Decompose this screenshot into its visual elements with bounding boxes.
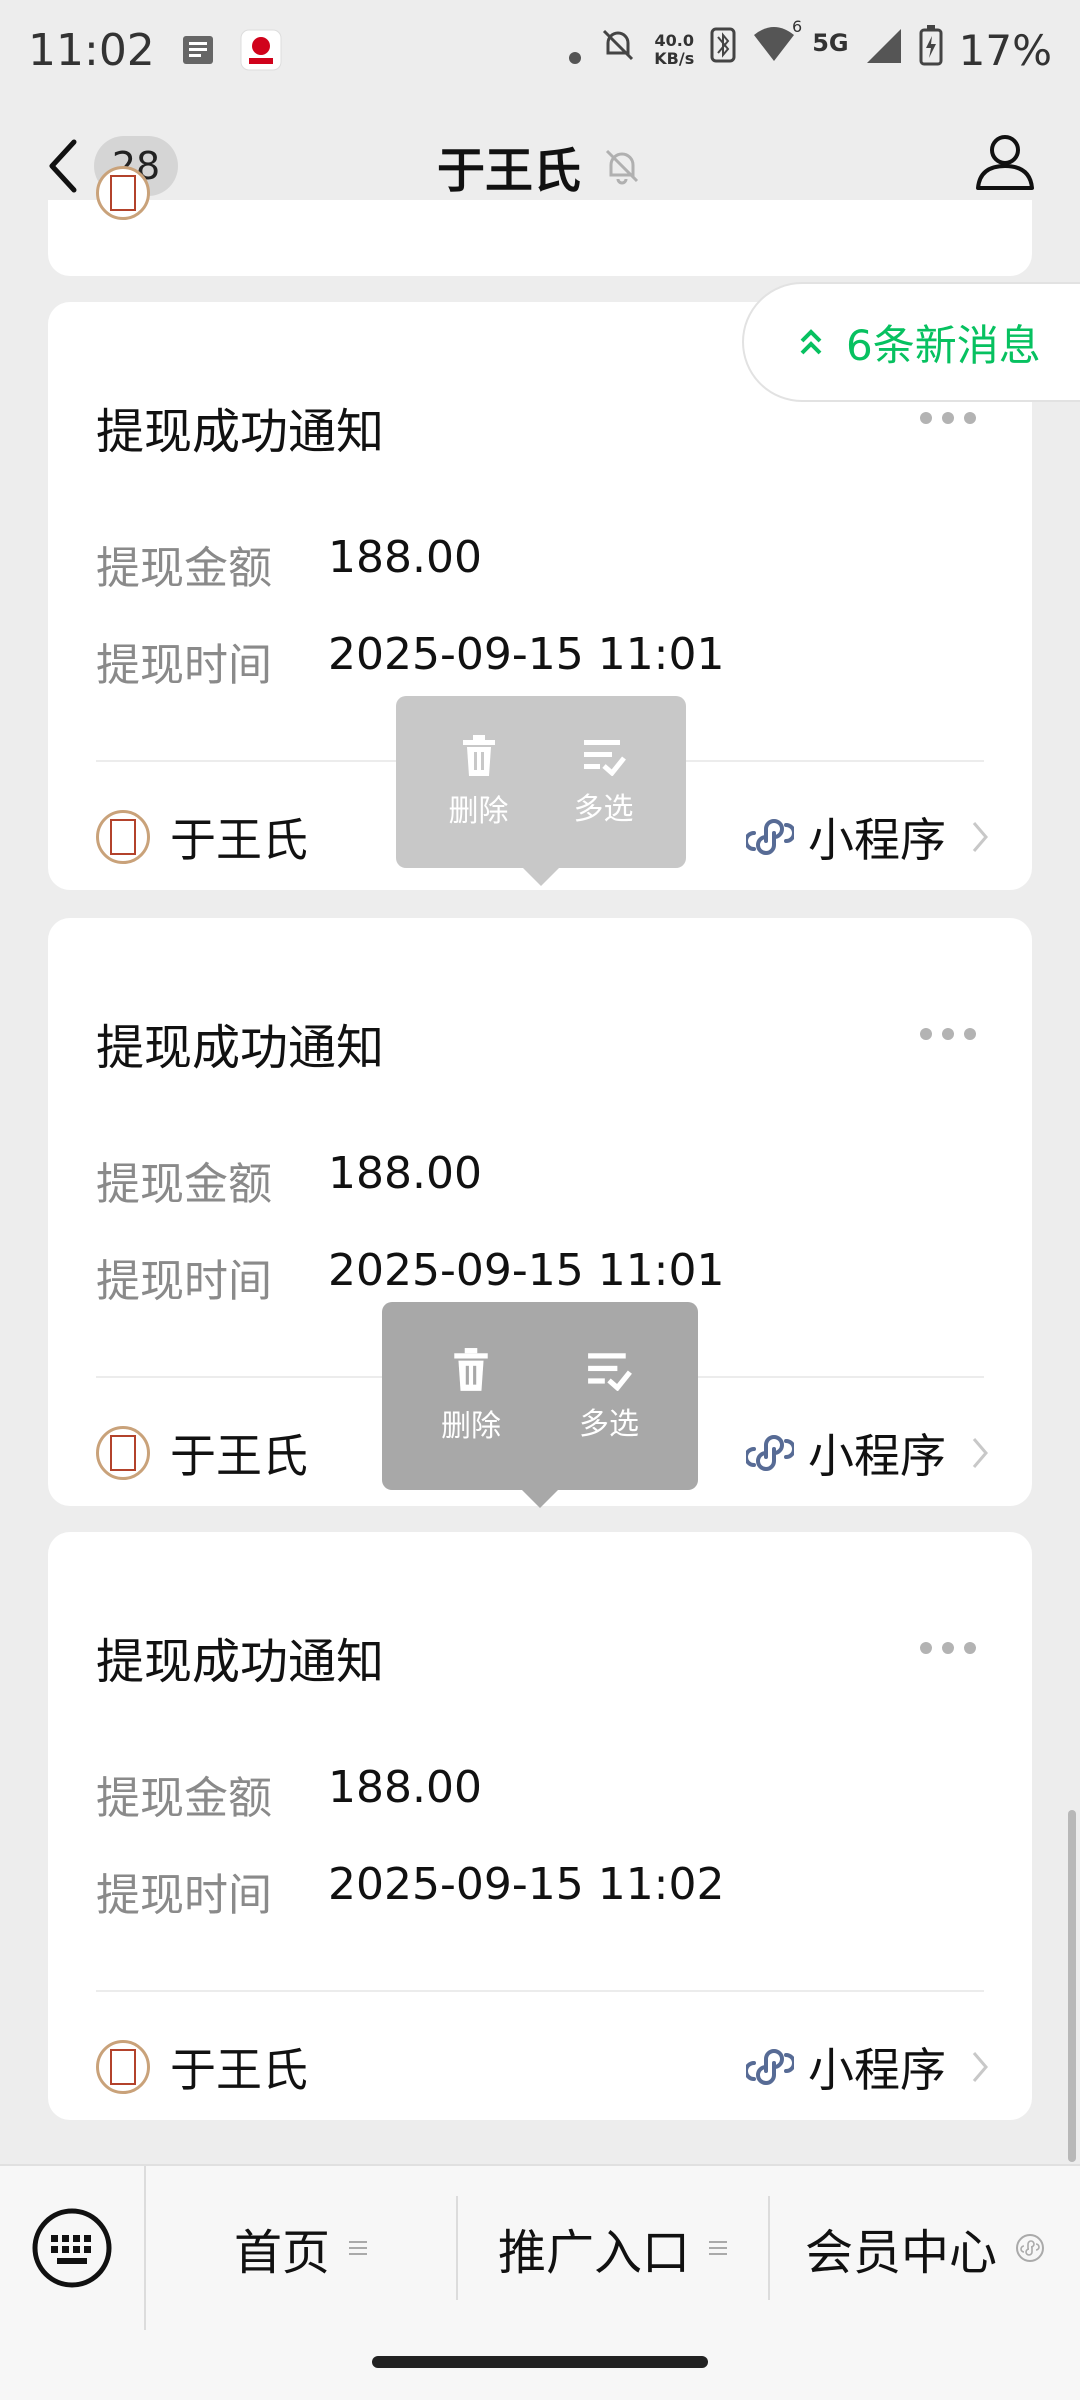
chevron-right-icon	[972, 1438, 988, 1468]
multi-select-label: 多选	[579, 1407, 639, 1442]
submenu-icon	[709, 2241, 727, 2255]
net-speed: 40.0 KB/s	[654, 32, 694, 68]
mute-bell-icon	[605, 149, 639, 185]
net-speed-unit: KB/s	[654, 49, 695, 68]
wifi-icon: 6	[752, 17, 802, 75]
multi-select-icon	[588, 1353, 632, 1391]
trash-icon	[462, 735, 495, 776]
network-type: 5G	[812, 29, 849, 57]
mini-program-link[interactable]: 小程序	[746, 2034, 992, 2100]
amount-value: 188.00	[328, 1762, 482, 1813]
mini-program-icon	[746, 2049, 794, 2085]
profile-button[interactable]	[974, 130, 1036, 196]
trash-icon	[454, 1348, 488, 1391]
message-context-menu: 删除 多选	[396, 696, 686, 886]
amount-value: 188.00	[328, 1148, 482, 1199]
account-name: 于王氏	[170, 1429, 308, 1483]
home-indicator[interactable]	[372, 2356, 708, 2368]
more-options-icon[interactable]	[920, 412, 976, 424]
multi-select-menu-item[interactable]: 多选	[574, 736, 634, 828]
scrollbar[interactable]	[1068, 1810, 1076, 2162]
delete-menu-item[interactable]: 删除	[449, 734, 509, 830]
delete-menu-item[interactable]: 删除	[441, 1347, 501, 1445]
time-label: 提现时间	[96, 1870, 272, 1921]
dot-icon	[568, 26, 582, 75]
amount-label: 提现金额	[96, 543, 272, 594]
time-label: 提现时间	[96, 1256, 272, 1307]
chevron-right-icon	[972, 2052, 988, 2082]
menu-member-center[interactable]: 会员中心	[770, 2196, 1080, 2300]
divider	[96, 1990, 984, 1992]
menu-arrow	[523, 868, 559, 886]
double-chevron-up-icon	[800, 329, 822, 355]
mini-program-link[interactable]: 小程序	[746, 804, 992, 870]
net-speed-value: 40.0	[654, 31, 694, 50]
person-icon	[976, 135, 1034, 190]
amount-label: 提现金额	[96, 1159, 272, 1210]
time-value: 2025-09-15 11:01	[328, 629, 725, 680]
amount-value: 188.00	[328, 532, 482, 583]
chevron-right-icon	[972, 822, 988, 852]
new-messages-button[interactable]: 6条新消息	[742, 282, 1080, 402]
delete-label: 删除	[441, 1409, 501, 1444]
bluetooth-icon	[710, 25, 736, 75]
more-options-icon[interactable]	[920, 1028, 976, 1040]
message-card-partial[interactable]	[48, 166, 1032, 276]
delete-label: 删除	[448, 794, 509, 829]
mini-program-link-icon	[1016, 2234, 1044, 2262]
chat-title: 于王氏	[436, 143, 581, 199]
status-bar: 11:02 40.0 KB/s 6 5G 17%	[0, 0, 1080, 100]
account-avatar	[96, 1426, 150, 1480]
more-options-icon[interactable]	[920, 1642, 976, 1654]
menu-arrow	[522, 1490, 558, 1508]
card-title: 提现成功通知	[96, 1634, 385, 1690]
mini-program-label: 小程序	[808, 2043, 946, 2097]
time-value: 2025-09-15 11:01	[328, 1245, 725, 1296]
keyboard-icon	[32, 2208, 112, 2288]
account-name: 于王氏	[170, 2043, 308, 2097]
mini-program-label: 小程序	[808, 1429, 946, 1483]
mini-program-icon	[746, 1435, 794, 1471]
account-name: 于王氏	[170, 813, 308, 867]
card-title: 提现成功通知	[96, 404, 385, 460]
silent-icon	[598, 25, 638, 75]
menu-member-center-label: 会员中心	[804, 2225, 997, 2281]
message-context-menu: 删除 多选	[382, 1302, 698, 1508]
multi-select-menu-item[interactable]: 多选	[579, 1349, 639, 1443]
battery-level: 17%	[958, 25, 1052, 75]
mini-program-link[interactable]: 小程序	[746, 1420, 992, 1486]
submenu-icon	[349, 2241, 367, 2255]
new-messages-label: 6条新消息	[846, 320, 1041, 370]
menu-promotion[interactable]: 推广入口	[458, 2196, 770, 2300]
menu-home[interactable]: 首页	[146, 2196, 458, 2300]
time-label: 提现时间	[96, 640, 272, 691]
clock: 11:02	[28, 24, 155, 76]
chevron-left-icon	[49, 139, 77, 193]
menu-home-label: 首页	[233, 2225, 330, 2281]
amount-label: 提现金额	[96, 1773, 272, 1824]
mini-program-icon	[746, 819, 794, 855]
message-card[interactable]: 提现成功通知 提现金额 188.00 提现时间 2025-09-15 11:02 于…	[48, 1532, 1032, 2120]
card-title: 提现成功通知	[96, 1020, 385, 1076]
multi-select-label: 多选	[573, 792, 634, 827]
mini-program-label: 小程序	[808, 813, 946, 867]
notification-icon	[179, 30, 219, 70]
keyboard-toggle-button[interactable]	[0, 2166, 146, 2330]
account-avatar	[96, 2040, 150, 2094]
multi-select-icon	[583, 740, 626, 776]
wifi-standard: 6	[792, 17, 803, 36]
card-footer[interactable]: 于王氏 小程序	[96, 2017, 992, 2117]
account-avatar	[96, 810, 150, 864]
time-value: 2025-09-15 11:02	[328, 1859, 725, 1910]
app-notification-icon	[239, 28, 283, 72]
battery-icon	[919, 24, 943, 76]
menu-promotion-label: 推广入口	[497, 2225, 690, 2281]
account-avatar	[96, 166, 150, 220]
signal-icon	[865, 26, 903, 75]
